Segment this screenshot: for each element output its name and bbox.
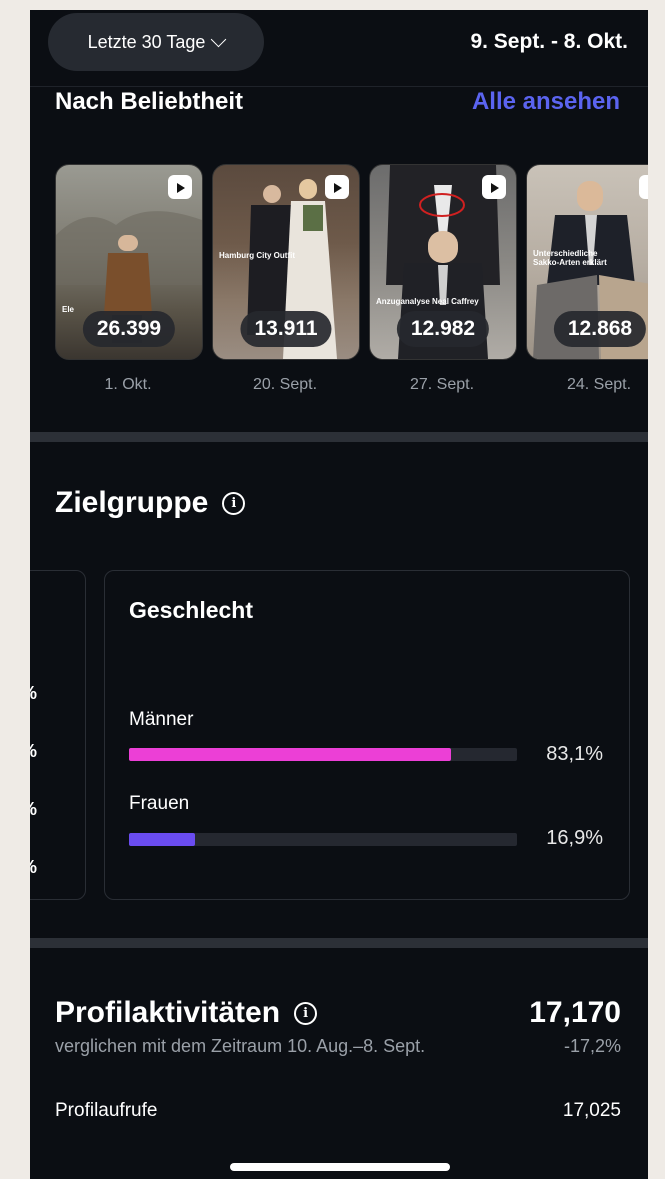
gender-percent-men: 83,1% xyxy=(546,743,603,765)
section-separator xyxy=(30,938,648,948)
info-icon[interactable]: i xyxy=(222,491,246,515)
reel-caption: Hamburg City Outfit xyxy=(219,251,295,260)
gender-percent-women: 16,9% xyxy=(546,827,603,849)
reel-caption: Anzuganalyse Neal Caffrey xyxy=(376,297,479,306)
reel-card[interactable]: Ele 26.399 1. Okt. xyxy=(55,164,203,394)
profile-activity-total: 17,170 xyxy=(529,996,621,1029)
section-separator xyxy=(30,432,648,442)
reel-view-count: 13.911 xyxy=(240,311,332,347)
date-range-text: 9. Sept. - 8. Okt. xyxy=(470,30,628,53)
date-range-dropdown-label: Letzte 30 Tage xyxy=(87,31,206,52)
reel-icon xyxy=(639,175,648,199)
reel-thumbnail[interactable]: Unterschiedliche Sakko-Arten erklärt 12.… xyxy=(526,164,648,360)
reel-view-count: 12.868 xyxy=(553,311,647,347)
reel-thumbnail[interactable]: Hamburg City Outfit 13.911 xyxy=(212,164,360,360)
reel-icon xyxy=(482,175,506,199)
gender-bar-men xyxy=(129,748,452,761)
comparison-text: verglichen mit dem Zeitraum 10. Aug.–8. … xyxy=(55,1036,426,1056)
reel-date: 27. Sept. xyxy=(409,376,475,393)
reel-view-count: 26.399 xyxy=(82,311,176,347)
date-range-dropdown[interactable]: Letzte 30 Tage xyxy=(48,13,264,71)
reel-thumbnail[interactable]: Ele 26.399 xyxy=(55,164,203,360)
profile-activity-title-text: Profilaktivitäten xyxy=(55,996,281,1029)
gender-bar-track xyxy=(129,748,517,761)
reel-date: 20. Sept. xyxy=(252,376,318,393)
reel-card[interactable]: Anzuganalyse Neal Caffrey 12.982 27. Sep… xyxy=(369,164,517,394)
partial-percent: 1% xyxy=(30,683,37,704)
reel-caption: Unterschiedliche Sakko-Arten erklärt xyxy=(533,249,607,267)
reels-carousel[interactable]: Ele 26.399 1. Okt. Hamburg City Outfit 1… xyxy=(55,164,648,404)
reel-card[interactable]: Hamburg City Outfit 13.911 20. Sept. xyxy=(212,164,360,394)
section-title-profile-activity: Profilaktivitäten i xyxy=(55,996,318,1030)
section-title-audience: Zielgruppe i xyxy=(55,486,246,520)
partial-percent: 0% xyxy=(30,857,37,878)
gender-label-women: Frauen xyxy=(129,793,190,814)
reel-icon xyxy=(325,175,349,199)
change-percent: -17,2% xyxy=(563,1036,621,1056)
gender-label-men: Männer xyxy=(129,709,194,730)
reel-view-count: 12.982 xyxy=(396,311,490,347)
see-all-link[interactable]: Alle ansehen xyxy=(472,88,620,116)
top-bar: Letzte 30 Tage 9. Sept. - 8. Okt. xyxy=(30,10,648,88)
phone-screen: Letzte 30 Tage 9. Sept. - 8. Okt. Nach B… xyxy=(30,10,648,1179)
gender-bar-women xyxy=(129,833,195,846)
info-icon[interactable]: i xyxy=(294,1001,318,1025)
partial-percent: 1% xyxy=(30,741,37,762)
gender-title: Geschlecht xyxy=(129,597,253,623)
reel-date: 24. Sept. xyxy=(566,376,632,393)
reel-card[interactable]: Unterschiedliche Sakko-Arten erklärt 12.… xyxy=(526,164,648,394)
profile-views-label[interactable]: Profilaufrufe xyxy=(55,1100,157,1122)
divider xyxy=(30,86,648,87)
reel-caption: Ele xyxy=(62,305,75,314)
audience-card-partial[interactable]: 1% 1% 6% 0% xyxy=(30,570,86,900)
section-title-popular: Nach Beliebtheit xyxy=(55,88,244,115)
gender-bar-track xyxy=(129,833,517,846)
profile-views-value: 17,025 xyxy=(562,1100,621,1121)
reel-icon xyxy=(168,175,192,199)
reel-date: 1. Okt. xyxy=(104,376,152,393)
audience-title-text: Zielgruppe xyxy=(55,486,209,519)
chevron-down-icon xyxy=(211,31,227,48)
gender-card[interactable]: Geschlecht Männer 83,1% Frauen 16,9% xyxy=(104,570,630,900)
home-indicator[interactable] xyxy=(230,1163,450,1171)
reel-thumbnail[interactable]: Anzuganalyse Neal Caffrey 12.982 xyxy=(369,164,517,360)
partial-percent: 6% xyxy=(30,799,37,820)
